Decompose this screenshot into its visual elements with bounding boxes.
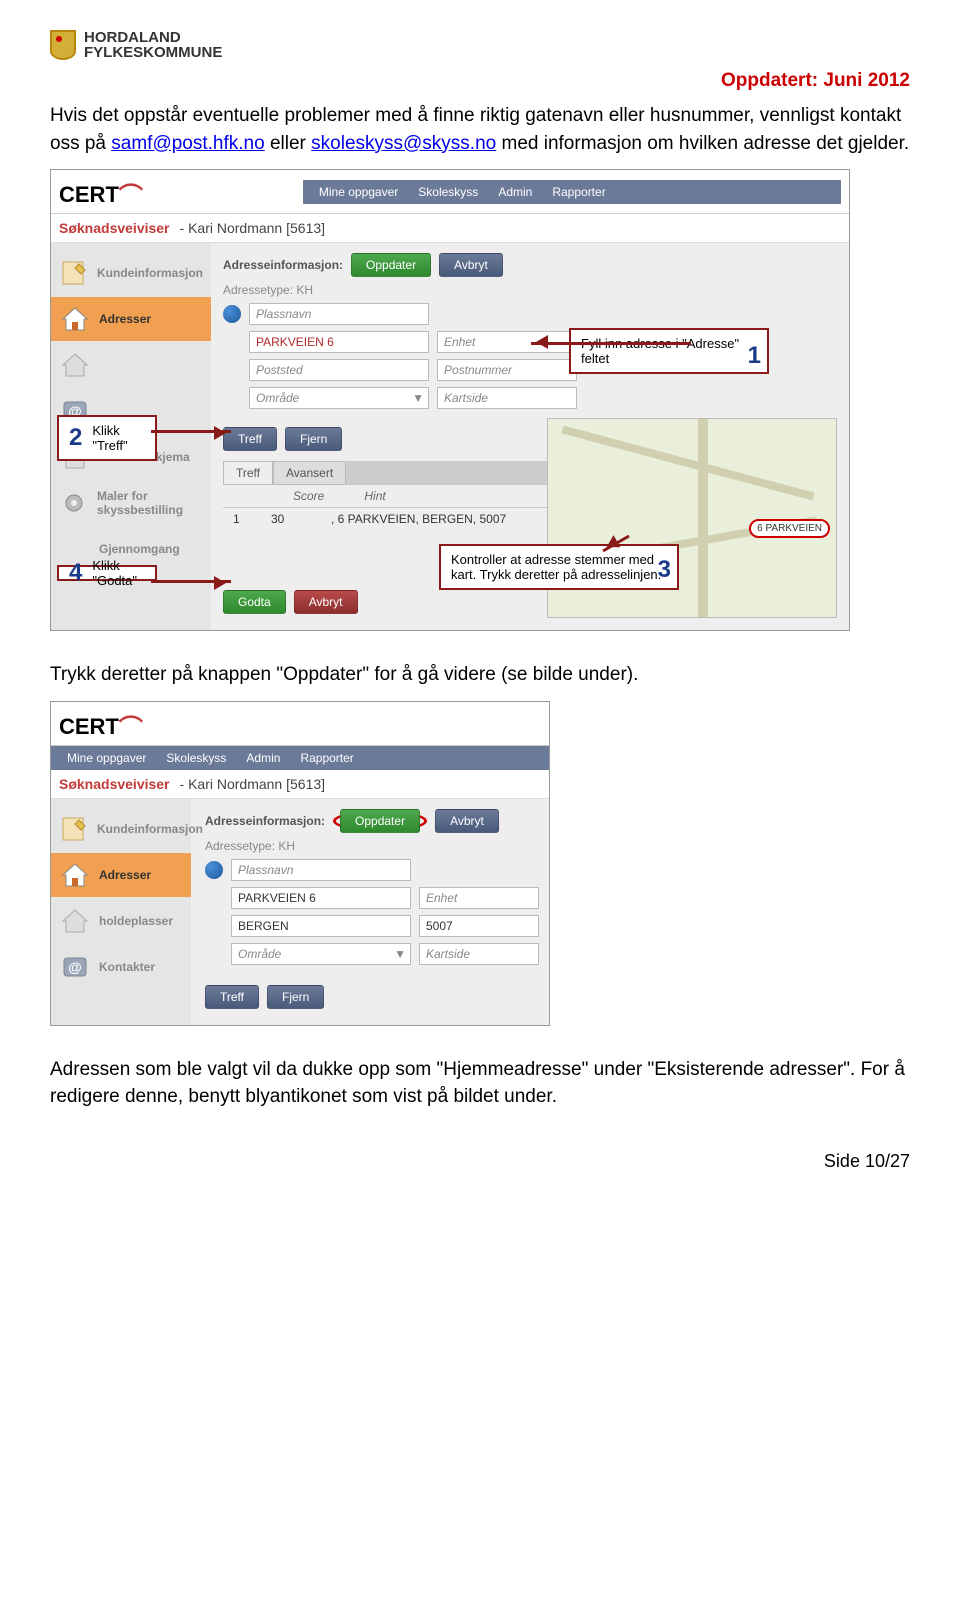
arrow-1 <box>531 342 691 345</box>
sidebar2-adresser[interactable]: Adresser <box>51 853 191 897</box>
sidebar-2: Kundeinformasjon Adresser holdeplasser @… <box>51 799 191 1025</box>
cert-logo: CERT⌒ <box>59 174 143 209</box>
paragraph-3: Adressen som ble valgt vil da dukke opp … <box>50 1056 910 1111</box>
sidebar-item-kundeinformasjon[interactable]: Kundeinformasjon <box>51 251 211 295</box>
sidebar2-kundeinformasjon[interactable]: Kundeinformasjon <box>51 807 191 851</box>
top-menu: Mine oppgaver Skoleskyss Admin Rapporter <box>303 180 841 204</box>
adresse-field-2[interactable]: PARKVEIEN 6 <box>231 887 411 909</box>
oppdater-button[interactable]: Oppdater <box>351 253 431 277</box>
top-menu-2: Mine oppgaver Skoleskyss Admin Rapporter <box>51 746 549 770</box>
poststed-field[interactable]: Poststed <box>249 359 429 381</box>
main-panel-1: Adresseinformasjon: Oppdater Avbryt Adre… <box>211 243 849 630</box>
omrade-field-2[interactable]: Område ▼ <box>231 943 411 965</box>
treff-button-2[interactable]: Treff <box>205 985 259 1009</box>
svg-text:@: @ <box>68 959 82 975</box>
menu-skoleskyss[interactable]: Skoleskyss <box>418 185 478 199</box>
org-header: HORDALAND FYLKESKOMMUNE <box>50 30 910 60</box>
addrinfo-label-2: Adresseinformasjon: <box>205 814 325 828</box>
tab-treff[interactable]: Treff <box>223 461 273 485</box>
at-icon-2: @ <box>59 951 91 983</box>
arrow-2 <box>151 430 231 433</box>
addrinfo-label: Adresseinformasjon: <box>223 258 343 272</box>
paragraph-1: Hvis det oppstår eventuelle problemer me… <box>50 102 910 157</box>
callout-1: Fyll inn adresse i "Adresse" feltet 1 <box>569 328 769 374</box>
email-link-1[interactable]: samf@post.hfk.no <box>111 133 264 154</box>
chevron-down-icon-2: ▼ <box>394 947 406 961</box>
house-icon <box>59 303 91 335</box>
col-hint: Hint <box>364 489 385 503</box>
kartside-field[interactable]: Kartside <box>437 387 577 409</box>
omrade-field[interactable]: Område ▼ <box>249 387 429 409</box>
email-link-2[interactable]: skoleskyss@skyss.no <box>311 133 496 154</box>
crest-icon <box>50 30 76 60</box>
gear-icon <box>59 487 89 519</box>
notepad-icon-2 <box>59 813 89 845</box>
sidebar-item-adresser[interactable]: Adresser <box>51 297 211 341</box>
kartside-field-2[interactable]: Kartside <box>419 943 539 965</box>
plassnavn-field[interactable]: Plassnavn <box>249 303 429 325</box>
menu-mine-oppgaver[interactable]: Mine oppgaver <box>319 185 398 199</box>
plassnavn-field-2[interactable]: Plassnavn <box>231 859 411 881</box>
globe-icon[interactable] <box>223 305 241 323</box>
arrow-4 <box>151 580 231 583</box>
breadcrumb: Søknadsveiviser - Kari Nordmann [5613] <box>51 214 849 243</box>
tab-avansert[interactable]: Avansert <box>273 461 346 485</box>
menu2-admin[interactable]: Admin <box>246 751 280 765</box>
enhet-field-2[interactable]: Enhet <box>419 887 539 909</box>
oppdater-highlight: Oppdater <box>333 811 427 831</box>
wizard-title: Søknadsveiviser <box>59 220 170 236</box>
oppdater-button-2[interactable]: Oppdater <box>340 809 420 833</box>
postnr-field[interactable]: Postnummer <box>437 359 577 381</box>
globe-icon-2[interactable] <box>205 861 223 879</box>
menu-rapporter[interactable]: Rapporter <box>552 185 605 199</box>
map-marker: 6 PARKVEIEN <box>749 519 830 538</box>
avbryt-button-2[interactable]: Avbryt <box>435 809 499 833</box>
user-name: - Kari Nordmann [5613] <box>180 220 326 236</box>
callout-4: 4 Klikk "Godta" <box>57 565 157 581</box>
addrtype-label-2: Adressetype: KH <box>205 839 295 853</box>
menu-admin[interactable]: Admin <box>498 185 532 199</box>
menu2-skoleskyss[interactable]: Skoleskyss <box>166 751 226 765</box>
paragraph-2: Trykk deretter på knappen "Oppdater" for… <box>50 661 910 689</box>
fjern-button-2[interactable]: Fjern <box>267 985 324 1009</box>
callout-3: Kontroller at adresse stemmer med kart. … <box>439 544 679 590</box>
godta-button[interactable]: Godta <box>223 590 286 614</box>
arc-icon-2: ⌒ <box>119 708 143 743</box>
fjern-button[interactable]: Fjern <box>285 427 342 451</box>
page-footer: Side 10/27 <box>50 1151 910 1172</box>
notepad-icon <box>59 257 89 289</box>
sidebar2-kontakter[interactable]: @ Kontakter <box>51 945 191 989</box>
main-panel-2: Adresseinformasjon: Oppdater Avbryt Adre… <box>191 799 553 1025</box>
cert-logo-2: CERT⌒ <box>59 706 143 741</box>
screenshot-1: CERT⌒ Mine oppgaver Skoleskyss Admin Rap… <box>50 169 850 631</box>
menu2-rapporter[interactable]: Rapporter <box>300 751 353 765</box>
avbryt2-button[interactable]: Avbryt <box>294 590 358 614</box>
col-score: Score <box>293 489 324 503</box>
callout-2: 2 Klikk "Treff" <box>57 415 157 461</box>
screenshot-2: CERT⌒ Mine oppgaver Skoleskyss Admin Rap… <box>50 701 550 1026</box>
avbryt-button[interactable]: Avbryt <box>439 253 503 277</box>
house-grey-icon <box>59 349 91 381</box>
addrtype-label: Adressetype: KH <box>223 283 313 297</box>
sidebar-item-holdeplasser[interactable]: holdeplasser <box>51 343 211 387</box>
sidebar2-holdeplasser[interactable]: holdeplasser <box>51 899 191 943</box>
updated-label: Oppdatert: Juni 2012 <box>50 70 910 92</box>
chevron-down-icon: ▼ <box>412 391 424 405</box>
breadcrumb-2: Søknadsveiviser - Kari Nordmann [5613] <box>51 770 549 799</box>
menu2-mine-oppgaver[interactable]: Mine oppgaver <box>67 751 146 765</box>
org-line1: HORDALAND <box>84 30 222 45</box>
org-name: HORDALAND FYLKESKOMMUNE <box>84 30 222 60</box>
poststed-field-2[interactable]: BERGEN <box>231 915 411 937</box>
house-grey-icon-2 <box>59 905 91 937</box>
arc-icon: ⌒ <box>119 176 143 211</box>
adresse-field[interactable]: PARKVEIEN 6 <box>249 331 429 353</box>
sidebar-item-maler[interactable]: Maler for skyssbestilling <box>51 481 211 525</box>
postnr-field-2[interactable]: 5007 <box>419 915 539 937</box>
org-line2: FYLKESKOMMUNE <box>84 45 222 60</box>
house-icon-2 <box>59 859 91 891</box>
